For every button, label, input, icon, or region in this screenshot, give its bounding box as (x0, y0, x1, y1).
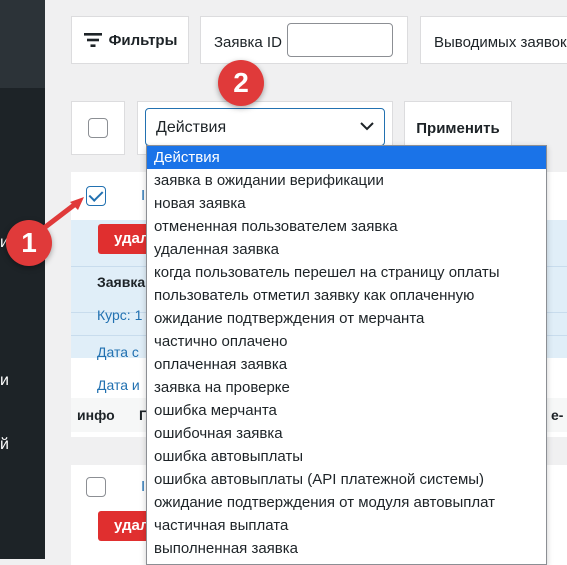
dropdown-option[interactable]: отмененная пользователем заявка (147, 215, 546, 238)
dropdown-option[interactable]: удаленная заявка (147, 238, 546, 261)
dropdown-option[interactable]: ошибка автовыплаты (API платежной систем… (147, 468, 546, 491)
sidebar-header (0, 0, 45, 88)
filters-button[interactable]: Фильтры (71, 16, 189, 64)
card-header-link[interactable]: I (141, 478, 145, 495)
bulk-actions-dropdown: Действия заявка в ожидании верификации нов… (146, 145, 547, 565)
date-changed-label: Дата и (97, 377, 140, 393)
select-all-cell (71, 101, 125, 155)
filters-label: Фильтры (108, 31, 178, 49)
dropdown-option[interactable]: выполненная заявка (147, 537, 546, 560)
date-created-label: Дата с (97, 344, 139, 360)
bulk-actions-select[interactable]: Действия (145, 108, 385, 146)
row-checkbox[interactable] (86, 186, 106, 206)
dropdown-option[interactable]: ожидание подтверждения от модуля автовып… (147, 491, 546, 514)
dropdown-option[interactable]: когда пользователь перешел на страницу о… (147, 261, 546, 284)
annotation-badge-2: 2 (218, 60, 264, 106)
dropdown-option[interactable]: новая заявка (147, 192, 546, 215)
dropdown-option[interactable]: частично оплачено (147, 330, 546, 353)
output-count-label: Выводимых заявок (434, 34, 567, 51)
dropdown-option[interactable]: заявка в ожидании верификации (147, 169, 546, 192)
dropdown-option[interactable]: ожидание подтверждения от мерчанта (147, 307, 546, 330)
dropdown-option[interactable]: заявка на проверке (147, 376, 546, 399)
request-id-input[interactable] (287, 23, 393, 57)
dropdown-option[interactable]: Действия (147, 146, 546, 169)
admin-sidebar: и и й (0, 0, 45, 559)
apply-label: Применить (416, 119, 500, 137)
bulk-actions-value: Действия (156, 119, 227, 136)
filter-icon (83, 33, 102, 47)
request-label: Заявка (97, 274, 146, 290)
output-count-filter[interactable]: Выводимых заявок (420, 16, 567, 64)
dropdown-option[interactable]: пользователь отметил заявку как оплаченн… (147, 284, 546, 307)
dropdown-option[interactable]: частичная выплата (147, 514, 546, 537)
select-all-checkbox[interactable] (88, 118, 108, 138)
row-checkbox[interactable] (86, 477, 106, 497)
info-label: инфо (77, 407, 115, 423)
request-id-label: Заявка ID (214, 34, 282, 51)
card-header-link[interactable]: I (141, 187, 145, 204)
dropdown-option[interactable]: оплаченная заявка (147, 353, 546, 376)
info-column-fragment: е- (551, 407, 564, 423)
dropdown-option[interactable]: ошибка мерчанта (147, 399, 546, 422)
annotation-arrow-icon (41, 197, 84, 231)
dropdown-options: Действия заявка в ожидании верификации нов… (147, 146, 546, 560)
sidebar-item-fragment[interactable]: и (0, 372, 9, 390)
dropdown-option[interactable]: ошибка автовыплаты (147, 445, 546, 468)
chevron-down-icon (360, 122, 374, 131)
dropdown-option[interactable]: ошибочная заявка (147, 422, 546, 445)
sidebar-item-fragment[interactable]: й (0, 436, 9, 454)
request-id-filter: Заявка ID (200, 16, 408, 64)
rate-link[interactable]: Курс: 1 (97, 307, 142, 323)
